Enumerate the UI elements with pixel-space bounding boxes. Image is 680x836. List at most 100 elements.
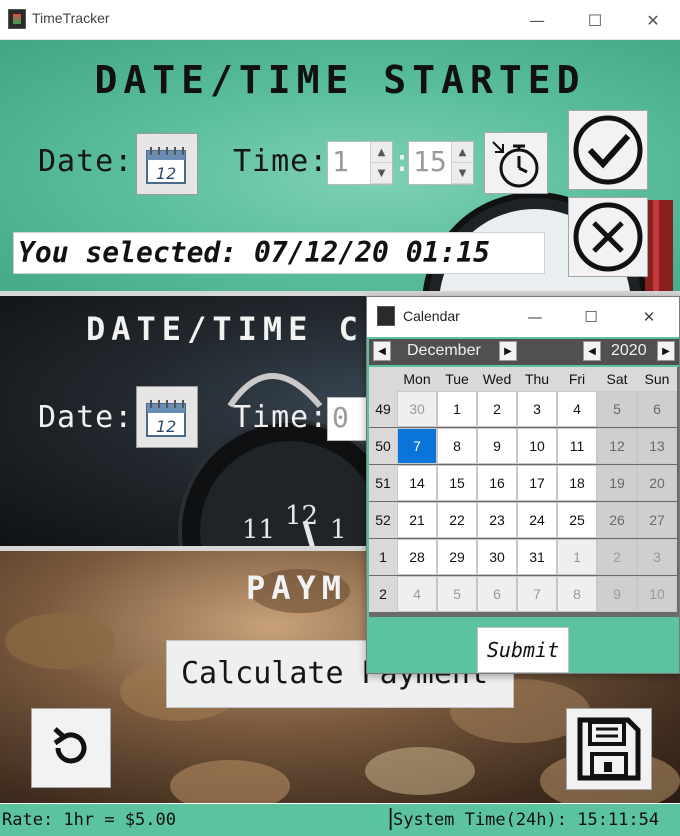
completed-date-label: Date: [38, 400, 134, 435]
calendar-day[interactable]: 23 [477, 502, 517, 538]
calendar-day[interactable]: 5 [597, 391, 637, 427]
calendar-day[interactable]: 22 [437, 502, 477, 538]
started-hour-spinner[interactable]: 1 ▲ ▼ [327, 141, 393, 185]
confirm-button[interactable] [568, 110, 648, 190]
hour-down-arrow-icon[interactable]: ▼ [371, 163, 392, 184]
prev-month-button[interactable]: ◀ [373, 341, 391, 361]
week-number: 52 [369, 502, 397, 538]
minute-down-arrow-icon[interactable]: ▼ [452, 163, 473, 184]
calendar-day[interactable]: 26 [597, 502, 637, 538]
started-hour-value: 1 [332, 145, 349, 178]
calendar-day[interactable]: 6 [637, 391, 677, 427]
calendar-day[interactable]: 19 [597, 465, 637, 501]
calendar-day[interactable]: 15 [437, 465, 477, 501]
weekday-header: Tue [437, 367, 477, 391]
calendar-day[interactable]: 8 [437, 428, 477, 464]
calendar-day[interactable]: 16 [477, 465, 517, 501]
hour-up-arrow-icon[interactable]: ▲ [371, 142, 392, 163]
calendar-day[interactable]: 21 [397, 502, 437, 538]
calendar-day[interactable]: 14 [397, 465, 437, 501]
calendar-day[interactable]: 3 [637, 539, 677, 575]
completed-banner: DATE/TIME C [86, 310, 364, 348]
calendar-day[interactable]: 9 [477, 428, 517, 464]
app-window: TimeTracker — ☐ ✕ DATE/TIME STARTED Date… [0, 0, 680, 836]
next-month-button[interactable]: ▶ [499, 341, 517, 361]
maximize-button[interactable]: ☐ [566, 0, 624, 40]
save-button[interactable] [566, 708, 652, 790]
calendar-window: Calendar — ☐ ✕ ◀ December ▶ ◀ 2020 ▶ Mon… [366, 296, 680, 674]
calendar-day[interactable]: 2 [597, 539, 637, 575]
calendar-day[interactable]: 31 [517, 539, 557, 575]
x-circle-icon [573, 202, 643, 272]
completed-calendar-button[interactable]: 12 [136, 386, 198, 448]
svg-text:12: 12 [285, 501, 318, 531]
minimize-icon: — [527, 308, 543, 326]
started-calendar-button[interactable]: 12 [136, 133, 198, 195]
chevron-left-icon: ◀ [588, 345, 596, 357]
started-selected-text: You selected: 07/12/20 01:15 [13, 232, 545, 274]
calendar-day[interactable]: 9 [597, 576, 637, 612]
svg-text:12: 12 [156, 164, 176, 183]
submit-date-button[interactable]: Submit [477, 627, 569, 673]
started-time-label: Time: [233, 144, 329, 179]
refresh-icon [53, 727, 87, 764]
calendar-day[interactable]: 4 [397, 576, 437, 612]
minimize-button[interactable]: — [508, 0, 566, 40]
calendar-day[interactable]: 24 [517, 502, 557, 538]
calendar-day[interactable]: 11 [557, 428, 597, 464]
reset-button[interactable] [31, 708, 111, 788]
calendar-day[interactable]: 8 [557, 576, 597, 612]
started-minute-spinner[interactable]: 15 ▲ ▼ [408, 141, 474, 185]
cancel-button[interactable] [568, 197, 648, 277]
calendar-day[interactable]: 30 [477, 539, 517, 575]
week-number: 51 [369, 465, 397, 501]
maximize-icon: ☐ [587, 10, 603, 30]
chevron-left-icon: ◀ [378, 345, 386, 357]
chevron-right-icon: ▶ [504, 345, 512, 357]
completed-time-label: Time: [233, 400, 329, 435]
svg-text:1: 1 [330, 515, 347, 545]
current-time-button[interactable] [484, 132, 548, 194]
calendar-day[interactable]: 1 [437, 391, 477, 427]
calendar-day[interactable]: 10 [637, 576, 677, 612]
svg-text:12: 12 [156, 417, 176, 436]
calendar-day[interactable]: 27 [637, 502, 677, 538]
prev-year-button[interactable]: ◀ [583, 341, 601, 361]
next-year-button[interactable]: ▶ [657, 341, 675, 361]
calendar-day[interactable]: 17 [517, 465, 557, 501]
calendar-day[interactable]: 25 [557, 502, 597, 538]
calendar-maximize-button[interactable]: ☐ [563, 297, 619, 337]
calendar-day[interactable]: 6 [477, 576, 517, 612]
floppy-disk-icon [577, 717, 641, 781]
alarm-clock-illustration: 11 12 1 [178, 373, 370, 546]
calendar-day[interactable]: 30 [397, 391, 437, 427]
weekday-header: Mon [397, 367, 437, 391]
calendar-day[interactable]: 7 [517, 576, 557, 612]
weekday-header: Thu [517, 367, 557, 391]
calendar-minimize-button[interactable]: — [507, 297, 563, 337]
calendar-day[interactable]: 1 [557, 539, 597, 575]
calendar-day[interactable]: 5 [437, 576, 477, 612]
calendar-day[interactable]: 18 [557, 465, 597, 501]
calendar-day[interactable]: 7 [397, 428, 437, 464]
calendar-icon: 12 [146, 400, 186, 437]
calendar-day[interactable]: 12 [597, 428, 637, 464]
minimize-icon: — [529, 10, 545, 30]
calendar-day[interactable]: 4 [557, 391, 597, 427]
weekday-header: Fri [557, 367, 597, 391]
calendar-day[interactable]: 29 [437, 539, 477, 575]
status-bar: Rate: 1hr = $5.00 | System Time(24h): 15… [0, 804, 680, 836]
week-number: 50 [369, 428, 397, 464]
close-button[interactable]: ✕ [624, 0, 680, 40]
calendar-day[interactable]: 3 [517, 391, 557, 427]
calendar-close-button[interactable]: ✕ [621, 297, 677, 337]
system-time-text: System Time(24h): 15:11:54 [393, 810, 660, 830]
calendar-day[interactable]: 13 [637, 428, 677, 464]
calendar-day[interactable]: 20 [637, 465, 677, 501]
calendar-day[interactable]: 28 [397, 539, 437, 575]
calendar-title-bar: Calendar — ☐ ✕ [367, 297, 679, 337]
calendar-day[interactable]: 2 [477, 391, 517, 427]
minute-up-arrow-icon[interactable]: ▲ [452, 142, 473, 163]
year-label: 2020 [611, 342, 647, 359]
calendar-day[interactable]: 10 [517, 428, 557, 464]
